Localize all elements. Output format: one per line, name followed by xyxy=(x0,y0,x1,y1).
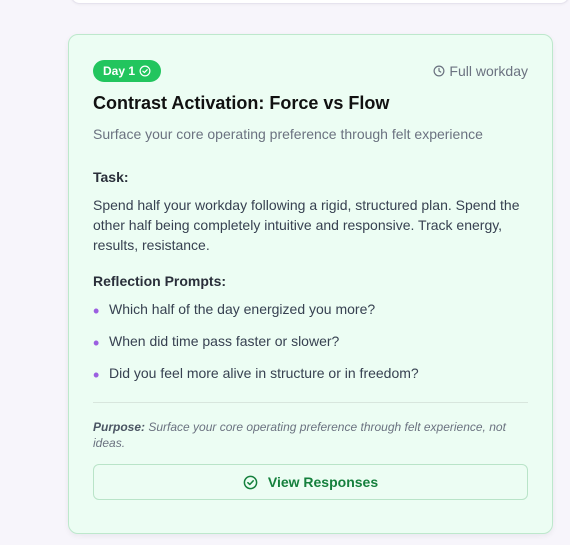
list-item: • When did time pass faster or slower? xyxy=(93,331,528,355)
list-item: • Which half of the day energized you mo… xyxy=(93,299,528,323)
task-text: Spend half your workday following a rigi… xyxy=(93,197,520,253)
bullet-dot-icon: • xyxy=(93,333,100,353)
bullet-dot-icon: • xyxy=(93,365,100,385)
card-header: Day 1 Full workday xyxy=(93,59,528,83)
view-responses-label: View Responses xyxy=(267,474,379,490)
prompt-text: Which half of the day energized you more… xyxy=(109,301,376,317)
card-subtitle: Surface your core operating preference t… xyxy=(93,126,483,142)
day-card: Day 1 Full workday Contrast Activation: … xyxy=(68,34,553,534)
view-responses-button[interactable]: View Responses xyxy=(93,464,528,500)
day-badge-label: Day 1 xyxy=(103,64,136,78)
reflection-prompts-label: Reflection Prompts: xyxy=(93,273,227,289)
list-item: • Did you feel more alive in structure o… xyxy=(93,363,528,387)
check-circle-icon xyxy=(139,65,151,77)
day-badge: Day 1 xyxy=(93,60,162,82)
check-circle-icon xyxy=(243,475,258,489)
card-title: Contrast Activation: Force vs Flow xyxy=(93,93,390,113)
clock-icon xyxy=(433,65,445,77)
reflection-prompts-list: • Which half of the day energized you mo… xyxy=(93,299,528,387)
purpose-text: Surface your core operating preference t… xyxy=(93,420,506,450)
purpose-label: Purpose: xyxy=(93,420,146,434)
previous-card-edge xyxy=(70,0,570,4)
prompt-text: Did you feel more alive in structure or … xyxy=(109,365,419,381)
task-label: Task: xyxy=(93,169,129,185)
purpose-note: Purpose: Surface your core operating pre… xyxy=(93,419,528,451)
duration-label: Full workday xyxy=(449,63,528,79)
prompt-text: When did time pass faster or slower? xyxy=(109,333,340,349)
bullet-dot-icon: • xyxy=(93,301,100,321)
divider xyxy=(93,402,528,403)
duration: Full workday xyxy=(433,63,528,79)
